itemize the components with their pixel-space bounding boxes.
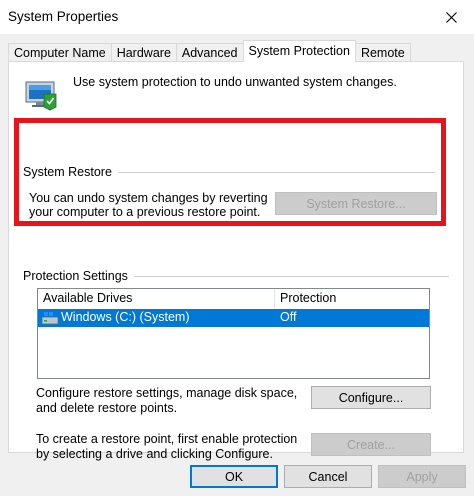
tab-hardware[interactable]: Hardware [110, 43, 177, 62]
title-bar: System Properties [0, 0, 474, 34]
drive-row-c[interactable]: Windows (C:) (System) Off [38, 309, 429, 327]
drive-icon [41, 312, 59, 325]
cancel-button[interactable]: Cancel [284, 465, 372, 488]
configure-button[interactable]: Configure... [311, 386, 431, 409]
ok-button[interactable]: OK [190, 465, 278, 488]
close-button[interactable] [428, 0, 474, 34]
create-description: To create a restore point, first enable … [36, 432, 298, 461]
column-available-drives[interactable]: Available Drives [38, 289, 274, 308]
drives-list[interactable]: Available Drives Protection Windows (C:)… [37, 288, 430, 379]
apply-button[interactable]: Apply [378, 465, 466, 488]
drive-protection-status: Off [280, 310, 297, 324]
close-icon [445, 11, 457, 23]
system-protection-panel: Use system protection to undo unwanted s… [8, 61, 464, 461]
system-protection-icon [25, 81, 57, 111]
protection-settings-group-label: Protection Settings [23, 269, 134, 283]
create-button[interactable]: Create... [311, 433, 431, 456]
tab-advanced[interactable]: Advanced [175, 43, 244, 62]
tab-computer-name[interactable]: Computer Name [8, 43, 112, 62]
system-restore-group-label: System Restore [23, 165, 118, 179]
window-title: System Properties [8, 9, 119, 24]
dialog-client-area: Computer Name Hardware Advanced System P… [0, 34, 474, 496]
column-protection[interactable]: Protection [275, 289, 425, 308]
configure-description: Configure restore settings, manage disk … [36, 386, 298, 415]
drives-list-header: Available Drives Protection [38, 289, 429, 308]
intro-description: Use system protection to undo unwanted s… [73, 75, 397, 89]
tab-strip: Computer Name Hardware Advanced System P… [8, 40, 411, 62]
tab-remote[interactable]: Remote [354, 43, 411, 62]
drive-name: Windows (C:) (System) [61, 310, 190, 324]
system-restore-description: You can undo system changes by reverting… [29, 191, 268, 219]
system-restore-button[interactable]: System Restore... [275, 192, 437, 215]
tab-system-protection[interactable]: System Protection [242, 40, 356, 62]
